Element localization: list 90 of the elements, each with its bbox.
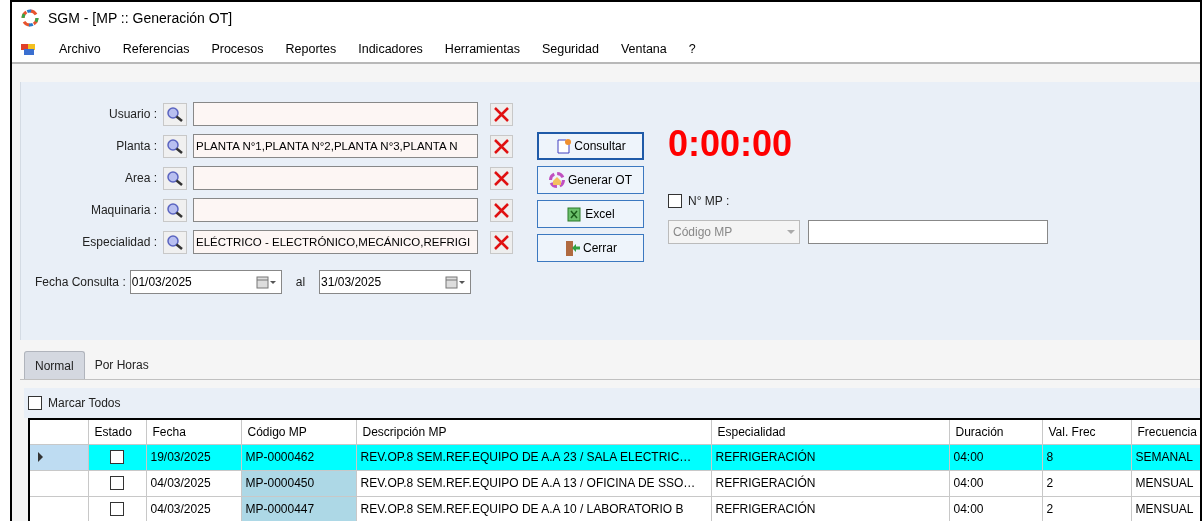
table-cell: REFRIGERACIÓN [711, 470, 949, 496]
range-label: al [294, 274, 307, 291]
action-button[interactable]: Generar OT [537, 166, 644, 194]
table-cell: 2 [1042, 496, 1131, 521]
menu-item[interactable]: ? [677, 39, 707, 59]
table-cell: SEMANAL [1131, 444, 1200, 470]
checkbox[interactable] [668, 194, 682, 208]
table-cell: 04/03/2025 [146, 496, 241, 521]
column-header[interactable]: Código MP [241, 420, 356, 444]
field-label: Area : [125, 170, 157, 187]
menu-item[interactable]: Seguridad [530, 39, 610, 59]
document-icon [555, 137, 573, 155]
table-cell: 2 [1042, 470, 1131, 496]
tab[interactable]: Normal [24, 351, 85, 379]
field-label: Planta : [116, 138, 157, 155]
timer-display: 0:00:00 [668, 126, 794, 162]
action-button[interactable]: Consultar [537, 132, 644, 160]
column-header[interactable]: Frecuencia [1131, 420, 1200, 444]
search-icon[interactable] [163, 198, 187, 222]
input-field[interactable] [808, 220, 1048, 244]
search-icon[interactable] [163, 102, 187, 126]
checkbox[interactable] [28, 396, 42, 410]
table-cell: 04:00 [949, 496, 1042, 521]
tab[interactable]: Por Horas [84, 351, 159, 379]
clear-icon[interactable] [490, 198, 513, 222]
checkbox-label: Marcar Todos [48, 395, 121, 412]
field-label: Maquinaria : [90, 202, 157, 219]
window-menu-icon[interactable] [20, 41, 36, 57]
calendar-dropdown-icon[interactable] [445, 275, 467, 289]
input-field[interactable] [193, 198, 478, 222]
input-field[interactable]: ELÉCTRICO - ELECTRÓNICO,MECÁNICO,REFRIGI [193, 230, 478, 254]
column-header[interactable]: Duración [949, 420, 1042, 444]
menu-item[interactable]: Indicadores [347, 39, 434, 59]
clear-icon[interactable] [490, 102, 513, 126]
table-cell: MENSUAL [1131, 470, 1200, 496]
refresh-icon [549, 171, 566, 189]
search-icon[interactable] [163, 230, 187, 254]
field-label: Fecha Consulta : [35, 274, 126, 291]
table-cell: REV.OP.8 SEM.REF.EQUIPO DE A.A 13 / OFICINA DE SSO… [356, 470, 711, 496]
table-cell: MP-0000450 [241, 470, 356, 496]
table-cell: 04/03/2025 [146, 470, 241, 496]
date-value: 31/03/2025 [321, 274, 382, 291]
table-cell: REFRIGERACIÓN [711, 496, 949, 521]
dropdown-value: Código MP [673, 224, 733, 241]
search-icon[interactable] [163, 134, 187, 158]
checkbox[interactable] [110, 502, 124, 516]
menu-item[interactable]: Herramientas [433, 39, 531, 59]
table-cell: REFRIGERACIÓN [711, 444, 949, 470]
input-field[interactable]: PLANTA N°1,PLANTA N°2,PLANTA N°3,PLANTA N [193, 134, 478, 158]
date-value: 01/03/2025 [131, 274, 192, 291]
clear-icon[interactable] [490, 166, 513, 190]
field-label: Usuario : [108, 106, 157, 123]
column-header[interactable]: Especialidad [711, 420, 949, 444]
table-cell: 19/03/2025 [146, 444, 241, 470]
calendar-dropdown-icon[interactable] [255, 275, 277, 289]
action-button[interactable]: Cerrar [537, 234, 644, 262]
date-field[interactable]: 01/03/2025 [129, 270, 282, 294]
checkbox[interactable] [110, 450, 124, 464]
table-cell: 04:00 [949, 470, 1042, 496]
clear-icon[interactable] [490, 134, 513, 158]
input-field[interactable] [193, 166, 478, 190]
date-field[interactable]: 31/03/2025 [319, 270, 472, 294]
table-cell: 8 [1042, 444, 1131, 470]
field-label: Especialidad : [82, 234, 157, 251]
caret-icon [787, 230, 795, 234]
action-button[interactable]: Excel [537, 200, 644, 228]
window-title: SGM - [MP :: Generación OT] [48, 8, 233, 28]
app-logo-icon [20, 8, 40, 28]
table-cell: REV.OP.8 SEM.REF.EQUIPO DE A.A 10 / LABORATORIO B [356, 496, 711, 521]
checkbox[interactable] [110, 476, 124, 490]
table-cell: REV.OP.8 SEM.REF.EQUIPO DE A.A 23 / SALA ELECTRIC… [356, 444, 711, 470]
column-header[interactable]: Fecha [146, 420, 241, 444]
spreadsheet-icon [566, 205, 584, 223]
checkbox-label: N° MP : [688, 193, 730, 210]
table-cell: 04:00 [949, 444, 1042, 470]
clear-icon[interactable] [490, 230, 513, 254]
menu-item[interactable]: Ventana [609, 39, 678, 59]
menu-item[interactable]: Procesos [200, 39, 275, 59]
search-icon[interactable] [163, 166, 187, 190]
menu-item[interactable]: Archivo [48, 39, 112, 59]
input-field[interactable] [193, 102, 478, 126]
column-header[interactable]: Val. Frec [1042, 420, 1131, 444]
menu-item[interactable]: Referencias [111, 39, 201, 59]
menu-item[interactable]: Reportes [274, 39, 348, 59]
column-header[interactable]: Descripción MP [356, 420, 711, 444]
table-cell: MP-0000447 [241, 496, 356, 521]
row-pointer-icon [38, 452, 43, 462]
table-cell: MP-0000462 [241, 444, 356, 470]
column-header[interactable]: Estado [88, 420, 146, 444]
exit-door-icon [564, 239, 581, 257]
